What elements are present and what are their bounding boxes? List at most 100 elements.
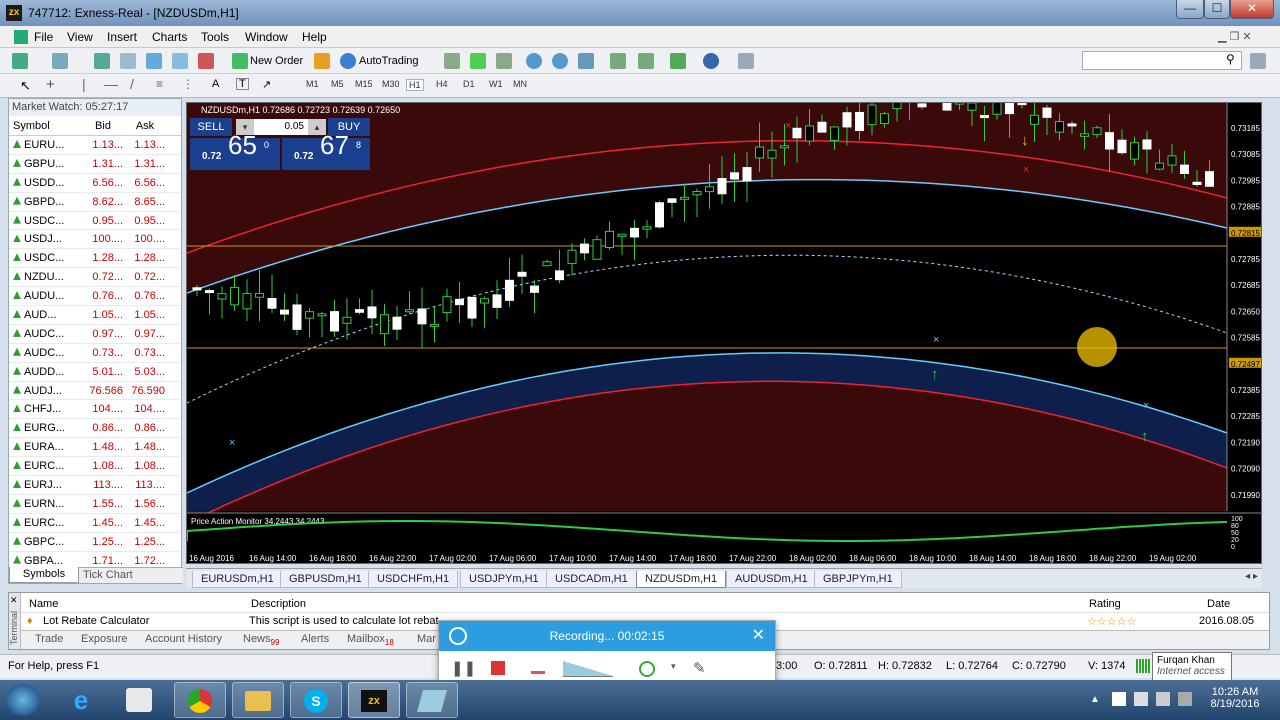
tf-m5[interactable]: M5 (331, 79, 344, 89)
terminal-icon[interactable] (146, 53, 162, 69)
tray-volume-icon[interactable] (1156, 692, 1170, 706)
market-watch-row[interactable]: GBPD... 8.62... 8.65... (9, 193, 181, 212)
tf-d1[interactable]: D1 (463, 79, 475, 89)
autoscroll-icon[interactable] (638, 53, 654, 69)
tf-h4[interactable]: H4 (436, 79, 448, 89)
market-watch-row[interactable]: USDC... 0.95... 0.95... (9, 212, 181, 231)
dropdown-arrow-icon[interactable]: ▾ (671, 661, 676, 672)
data-window-icon[interactable] (198, 53, 214, 69)
market-watch-row[interactable]: USDD... 6.56... 6.56... (9, 174, 181, 193)
indicators-icon[interactable] (670, 53, 686, 69)
connection-icon[interactable] (1136, 659, 1150, 673)
buy-price[interactable]: 0.72 67 8 (282, 132, 370, 170)
menu-window[interactable]: Window (245, 30, 288, 44)
chart-shift-icon[interactable] (610, 53, 626, 69)
market-watch-row[interactable]: GBPU... 1.31... 1.31... (9, 155, 181, 174)
market-watch-row[interactable]: EURU... 1.13... 1.13... (9, 136, 181, 155)
text-icon[interactable]: A (212, 78, 219, 90)
crosshair-icon[interactable]: + (46, 76, 55, 93)
tray-display-icon[interactable] (1178, 692, 1192, 706)
tab-trade[interactable]: Trade (35, 633, 63, 645)
tf-m15[interactable]: M15 (355, 79, 373, 89)
tile-windows-icon[interactable] (578, 53, 594, 69)
tf-w1[interactable]: W1 (489, 79, 503, 89)
menu-help[interactable]: Help (302, 30, 327, 44)
market-watch-row[interactable]: USDC... 1.28... 1.28... (9, 249, 181, 269)
market-watch-row[interactable]: EURC... 1.08... 1.08... (9, 457, 181, 477)
search-input[interactable] (1082, 51, 1242, 70)
zoom-in-icon[interactable] (526, 53, 542, 69)
candlestick-icon[interactable] (470, 53, 486, 69)
bar-chart-icon[interactable] (444, 53, 460, 69)
market-watch-row[interactable]: EURG... 0.86... 0.86... (9, 419, 181, 439)
col-rating[interactable]: Rating (1089, 598, 1121, 610)
arrows-icon[interactable]: ↗ (262, 78, 271, 91)
maximize-button[interactable]: ☐ (1204, 0, 1230, 19)
pen-icon[interactable]: ✎ (693, 659, 706, 677)
volume-slider[interactable] (563, 661, 613, 677)
fibonacci-icon[interactable]: ⋮ (182, 77, 194, 91)
market-watch-row[interactable]: EURN... 1.55... 1.56... (9, 495, 181, 514)
col-ask[interactable]: Ask (125, 116, 167, 135)
minimize-button[interactable]: — (1176, 0, 1204, 19)
explorer-taskbar-button[interactable] (232, 682, 284, 718)
tf-mn[interactable]: MN (513, 79, 527, 89)
market-watch-row[interactable]: CHFJ... 104.... 104.... (9, 400, 181, 420)
tab-gbpusd[interactable]: GBPUSDm,H1 (280, 571, 371, 588)
menu-file[interactable]: File (34, 30, 53, 44)
horizontal-line-icon[interactable]: — (104, 76, 118, 92)
menu-charts[interactable]: Charts (152, 30, 187, 44)
profiles-icon[interactable] (52, 53, 68, 69)
market-watch-row[interactable]: EURC... 1.45... 1.45... (9, 514, 181, 533)
vertical-line-icon[interactable]: | (82, 76, 86, 92)
cursor-icon[interactable]: ↖ (20, 78, 31, 94)
tab-usdcad[interactable]: USDCADm,H1 (546, 571, 637, 588)
tab-tick-chart[interactable]: Tick Chart (83, 568, 133, 583)
pause-icon[interactable]: ❚❚ (451, 659, 476, 677)
market-watch-row[interactable]: AUDD... 5.01... 5.03... (9, 363, 181, 382)
col-bid[interactable]: Bid (83, 116, 125, 135)
market-watch-row[interactable]: EURJ... 113.... 113.... (9, 476, 181, 495)
terminal-close-icon[interactable]: ✕ (10, 595, 18, 606)
market-watch-icon[interactable] (94, 53, 110, 69)
tray-show-hidden-icon[interactable]: ▲ (1090, 694, 1100, 705)
metaeditor-icon[interactable] (314, 53, 330, 69)
tab-market[interactable]: Mar (417, 633, 436, 645)
line-chart-icon[interactable] (496, 53, 512, 69)
tab-mailbox[interactable]: Mailbox18 (347, 633, 394, 647)
taskbar-clock[interactable]: 10:26 AM 8/19/2016 (1206, 686, 1264, 710)
col-symbol[interactable]: Symbol (9, 116, 83, 135)
webcam-icon[interactable] (639, 661, 655, 677)
market-watch-row[interactable]: NZDU... 0.72... 0.72... (9, 268, 181, 288)
market-watch-row[interactable]: AUDC... 0.73... 0.73... (9, 344, 181, 363)
close-button[interactable]: ✕ (1230, 0, 1274, 19)
start-button[interactable] (6, 684, 40, 716)
strategy-tester-icon[interactable] (172, 53, 188, 69)
tab-eurusd[interactable]: EURUSDm,H1 (192, 571, 283, 588)
tray-network-icon[interactable] (1134, 692, 1148, 706)
market-watch-row[interactable]: AUDU... 0.76... 0.76... (9, 287, 181, 307)
market-watch-row[interactable]: USDJ... 100.... 100.... (9, 230, 181, 250)
mt4-taskbar-button[interactable]: zx (348, 682, 400, 718)
col-name[interactable]: Name (29, 598, 58, 610)
ie-icon[interactable]: e (66, 686, 96, 714)
tab-nzdusd[interactable]: NZDUSDm,H1 (636, 571, 727, 588)
skype-taskbar-button[interactable]: S (290, 682, 342, 718)
recorder-taskbar-button[interactable] (406, 682, 458, 718)
community-icon[interactable] (1250, 53, 1266, 69)
trendline-icon[interactable]: / (130, 76, 134, 92)
search-icon[interactable]: ⚲ (1226, 52, 1235, 66)
sell-button[interactable]: SELL (190, 118, 232, 136)
menu-view[interactable]: View (67, 30, 93, 44)
market-watch-row[interactable]: AUDJ... 76.566 76.590 (9, 382, 181, 401)
tf-m30[interactable]: M30 (382, 79, 400, 89)
zoom-out-icon[interactable] (552, 53, 568, 69)
recording-close-icon[interactable]: ✕ (752, 621, 765, 651)
navigator-icon[interactable] (120, 53, 136, 69)
tab-news[interactable]: News99 (243, 633, 279, 647)
text-label-icon[interactable]: T (236, 78, 249, 90)
autotrading-button[interactable]: AutoTrading (359, 52, 419, 70)
tab-gbpjpy[interactable]: GBPJPYm,H1 (814, 571, 902, 588)
tf-m1[interactable]: M1 (306, 79, 319, 89)
tray-flag-icon[interactable] (1112, 692, 1126, 706)
